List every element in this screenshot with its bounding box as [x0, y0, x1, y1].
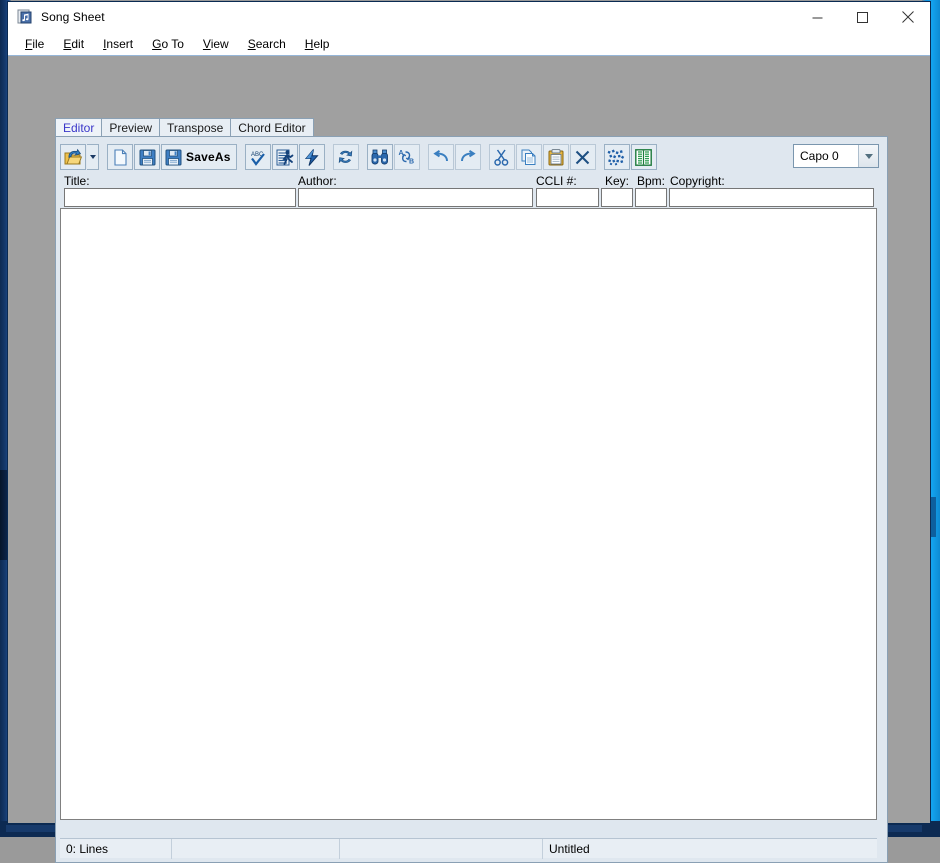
status-bar: 0: Lines Untitled [60, 838, 877, 859]
tab-preview-label: Preview [109, 120, 153, 135]
menu-label-file: ile [32, 37, 45, 51]
menu-item-file[interactable]: File [19, 36, 57, 52]
key-field[interactable] [601, 188, 633, 207]
copyright-field[interactable] [669, 188, 874, 207]
tab-chord-editor[interactable]: Chord Editor [230, 118, 314, 136]
toolbar-separator [100, 145, 107, 169]
status-cell-2 [172, 838, 340, 859]
tab-editor-label: Editor [63, 120, 95, 135]
refresh-button[interactable] [332, 144, 359, 170]
replace-button[interactable]: A B [393, 144, 420, 170]
toolbar-separator [238, 145, 245, 169]
status-lines: 0: Lines [60, 838, 172, 859]
chevron-down-icon[interactable] [858, 145, 878, 167]
menu-item-search[interactable]: Search [242, 36, 299, 52]
new-file-button[interactable] [107, 144, 133, 170]
toolbar-separator [421, 145, 428, 169]
open-file-button[interactable] [60, 144, 86, 170]
quick-format-button[interactable] [298, 144, 325, 170]
toolbar-separator [360, 145, 367, 169]
tab-transpose[interactable]: Transpose [159, 118, 232, 136]
menu-label-help: elp [313, 37, 330, 51]
menu-bar: File Edit Insert Go To View Search Help [8, 33, 930, 56]
spell-check-button[interactable]: ABC [244, 144, 271, 170]
toolbar-separator [326, 145, 333, 169]
title-field[interactable] [64, 188, 296, 207]
editor-panel: SaveAs ABC A B Capo 0 Title: Author: CCL… [55, 136, 888, 863]
title-label: Title: [64, 174, 90, 188]
tab-transpose-label: Transpose [167, 120, 224, 135]
run-script-button[interactable] [271, 144, 298, 170]
bpm-field[interactable] [635, 188, 667, 207]
tab-editor[interactable]: Editor [55, 118, 103, 136]
copyright-label: Copyright: [670, 174, 725, 188]
menu-label-insert: nsert [106, 37, 134, 51]
open-recent-dropdown[interactable] [87, 144, 99, 170]
ccli-field[interactable] [536, 188, 599, 207]
menu-item-edit[interactable]: Edit [57, 36, 97, 52]
toolbar: SaveAs ABC A B Capo 0 [60, 141, 883, 173]
redo-button[interactable] [454, 144, 481, 170]
author-field[interactable] [298, 188, 533, 207]
capo-select[interactable]: Capo 0 [793, 144, 879, 168]
bpm-label: Bpm: [637, 174, 666, 188]
menu-label-goto: o To [161, 37, 184, 51]
client-area: Editor Preview Transpose Chord Editor Sa… [8, 56, 930, 863]
title-bar[interactable]: Song Sheet [8, 2, 930, 33]
save-as-label: SaveAs [186, 150, 231, 164]
maximize-icon[interactable] [840, 2, 885, 32]
song-text-editor[interactable] [60, 208, 877, 820]
cut-button[interactable] [488, 144, 515, 170]
author-label: Author: [298, 174, 337, 188]
song-sheet-app-icon [17, 9, 33, 25]
delete-button[interactable] [569, 144, 596, 170]
menu-item-help[interactable]: Help [299, 36, 343, 52]
status-cell-3 [340, 838, 543, 859]
find-button[interactable] [366, 144, 393, 170]
tab-strip: Editor Preview Transpose Chord Editor [55, 118, 888, 136]
status-document: Untitled [549, 841, 590, 856]
tab-chord-editor-label: Chord Editor [238, 120, 306, 135]
metadata-fields: Title: Author: CCLI #: Key: Bpm: Copyrig… [60, 174, 883, 208]
tab-preview[interactable]: Preview [101, 118, 161, 136]
capo-value: Capo 0 [800, 149, 839, 163]
chord-chart-button[interactable] [603, 144, 630, 170]
window-controls [795, 2, 930, 32]
menu-item-goto[interactable]: Go To [146, 36, 197, 52]
toolbar-separator [482, 145, 489, 169]
minimize-icon[interactable] [795, 2, 840, 32]
menu-label-view: iew [210, 37, 229, 51]
chevron-down-icon [89, 155, 96, 159]
toolbar-separator [597, 145, 604, 169]
application-window: Song Sheet File Edit Insert Go To View S… [7, 1, 931, 863]
copy-button[interactable] [515, 144, 542, 170]
svg-text:B: B [409, 159, 414, 166]
save-as-button[interactable]: SaveAs [161, 144, 237, 170]
menu-label-edit: dit [71, 37, 85, 51]
menu-label-search: earch [255, 37, 286, 51]
undo-button[interactable] [427, 144, 454, 170]
ccli-label: CCLI #: [536, 174, 577, 188]
key-label: Key: [605, 174, 630, 188]
menu-item-view[interactable]: View [197, 36, 242, 52]
menu-item-insert[interactable]: Insert [97, 36, 146, 52]
save-button[interactable] [134, 144, 160, 170]
close-icon[interactable] [885, 2, 930, 32]
window-title: Song Sheet [41, 10, 105, 24]
columns-button[interactable] [630, 144, 657, 170]
paste-button[interactable] [542, 144, 569, 170]
